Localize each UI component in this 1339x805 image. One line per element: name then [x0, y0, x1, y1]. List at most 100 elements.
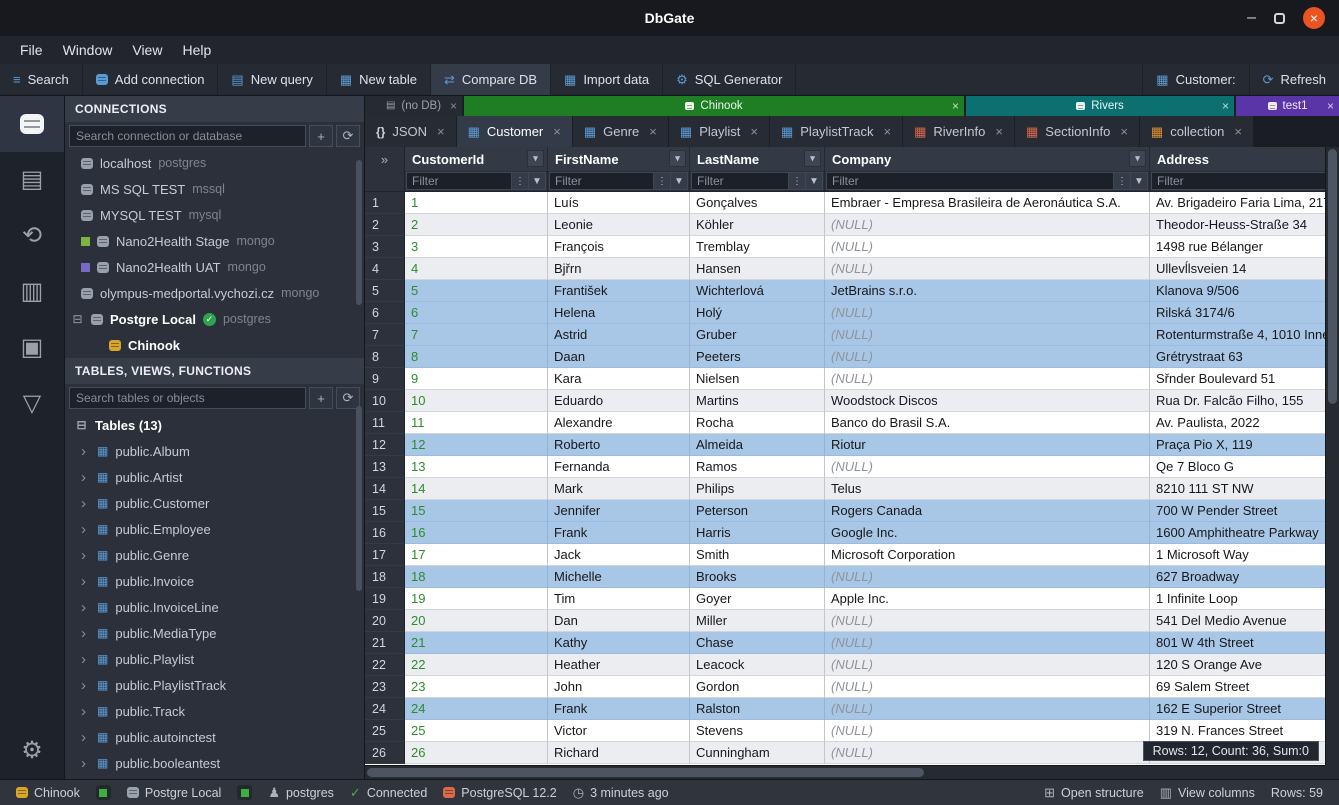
close-icon[interactable]: × [1327, 99, 1334, 113]
row-number[interactable]: 5 [365, 280, 405, 302]
row-number[interactable]: 16 [365, 522, 405, 544]
chevron-right-icon[interactable]: › [81, 443, 90, 460]
toolbar-refresh[interactable]: ⟳Refresh [1249, 64, 1339, 95]
grid-cell[interactable]: Mark [548, 478, 690, 500]
grid-cell[interactable]: Klanova 9/506 [1150, 280, 1325, 302]
status-rows-59[interactable]: Rows: 59 [1263, 786, 1331, 800]
grid-cell[interactable]: Ralston [690, 698, 825, 720]
close-icon[interactable]: × [437, 124, 445, 139]
tab-sectioninfo[interactable]: ▦SectionInfo× [1015, 116, 1139, 147]
grid-cell[interactable]: 22 [405, 654, 548, 676]
add-table-small-button[interactable]: + [309, 387, 333, 409]
grid-cell[interactable]: 26 [405, 742, 548, 764]
database-item-chinook[interactable]: Chinook [65, 332, 364, 358]
chevron-right-icon[interactable]: › [81, 521, 90, 538]
tab-group-no-db[interactable]: ▤(no DB)× [365, 96, 462, 116]
chevron-right-icon[interactable]: › [81, 469, 90, 486]
close-icon[interactable]: × [750, 124, 758, 139]
tab-playlisttrack[interactable]: ▦PlaylistTrack× [770, 116, 902, 147]
grid-cell[interactable]: (NULL) [825, 698, 1150, 720]
grid-cell[interactable]: Alexandre [548, 412, 690, 434]
grid-cell[interactable]: 120 S Orange Ave [1150, 654, 1325, 676]
chevron-down-icon[interactable]: ▾ [669, 150, 686, 167]
chevron-down-icon[interactable]: ▾ [804, 150, 821, 167]
grid-cell[interactable]: 1600 Amphitheatre Parkway [1150, 522, 1325, 544]
filter-funnel-button[interactable]: ▼ [529, 172, 546, 190]
collapse-icon[interactable]: ⊟ [75, 418, 88, 432]
grid-cell[interactable]: Harris [690, 522, 825, 544]
status-chinook[interactable]: Chinook [8, 786, 88, 800]
horizontal-scroll-thumb[interactable] [367, 768, 924, 777]
grid-cell[interactable]: 16 [405, 522, 548, 544]
close-icon[interactable]: × [995, 124, 1003, 139]
toolbar-search[interactable]: ≡Search [0, 64, 83, 95]
grid-cell[interactable]: (NULL) [825, 676, 1150, 698]
row-number[interactable]: 8 [365, 346, 405, 368]
grid-cell[interactable]: Av. Brigadeiro Faria Lima, 2170 [1150, 192, 1325, 214]
grid-cell[interactable]: 12 [405, 434, 548, 456]
grid-cell[interactable]: 21 [405, 632, 548, 654]
grid-cell[interactable]: François [548, 236, 690, 258]
chevron-right-icon[interactable]: › [81, 651, 90, 668]
grid-cell[interactable]: 2 [405, 214, 548, 236]
grid-cell[interactable]: 3 [405, 236, 548, 258]
grid-cell[interactable]: Leacock [690, 654, 825, 676]
grid-cell[interactable]: Daan [548, 346, 690, 368]
connection-item-mysql-test[interactable]: MYSQL TESTmysql [65, 202, 364, 228]
status-postgresql-12-2[interactable]: PostgreSQL 12.2 [435, 786, 564, 800]
grid-cell[interactable]: Gruber [690, 324, 825, 346]
close-icon[interactable]: × [450, 99, 457, 113]
table-item-public-booleantest[interactable]: ›▦public.booleantest [65, 750, 364, 776]
tab-group-chinook[interactable]: Chinook× [464, 96, 964, 116]
grid-cell[interactable]: Rua Dr. Falcão Filho, 155 [1150, 390, 1325, 412]
row-number[interactable]: 21 [365, 632, 405, 654]
grid-cell[interactable]: Jennifer [548, 500, 690, 522]
close-icon[interactable]: × [952, 99, 959, 113]
filter-menu-button[interactable]: ⋮ [1114, 172, 1131, 190]
expand-columns-button[interactable]: » [365, 147, 405, 171]
grid-cell[interactable]: Wichterlová [690, 280, 825, 302]
grid-cell[interactable]: 24 [405, 698, 548, 720]
sidebar-icon-history[interactable]: ⟲ [0, 208, 64, 264]
grid-cell[interactable]: John [548, 676, 690, 698]
tab-collection[interactable]: ▦collection× [1140, 116, 1253, 147]
grid-cell[interactable]: Praça Pio X, 119 [1150, 434, 1325, 456]
filter-funnel-button[interactable]: ▼ [1131, 172, 1148, 190]
grid-cell[interactable]: Holý [690, 302, 825, 324]
grid-cell[interactable]: Helena [548, 302, 690, 324]
grid-cell[interactable]: Embraer - Empresa Brasileira de Aeronáut… [825, 192, 1150, 214]
grid-cell[interactable]: Almeida [690, 434, 825, 456]
table-item-public-invoice[interactable]: ›▦public.Invoice [65, 568, 364, 594]
grid-cell[interactable]: 627 Broadway [1150, 566, 1325, 588]
toolbar-add-connection[interactable]: Add connection [83, 64, 219, 95]
grid-cell[interactable]: Qe 7 Bloco G [1150, 456, 1325, 478]
grid-cell[interactable]: 1 Microsoft Way [1150, 544, 1325, 566]
grid-cell[interactable]: 9 [405, 368, 548, 390]
grid-cell[interactable]: 8 [405, 346, 548, 368]
grid-cell[interactable]: (NULL) [825, 236, 1150, 258]
grid-cell[interactable]: Roberto [548, 434, 690, 456]
row-number[interactable]: 22 [365, 654, 405, 676]
grid-cell[interactable]: Gordon [690, 676, 825, 698]
close-icon[interactable]: × [649, 124, 657, 139]
grid-cell[interactable]: 19 [405, 588, 548, 610]
grid-cell[interactable]: Rotenturmstraße 4, 1010 Innere Stadt [1150, 324, 1325, 346]
grid-cell[interactable]: Miller [690, 610, 825, 632]
connection-item-ms-sql-test[interactable]: MS SQL TESTmssql [65, 176, 364, 202]
tab-group-rivers[interactable]: Rivers× [966, 96, 1234, 116]
grid-cell[interactable]: Luís [548, 192, 690, 214]
grid-cell[interactable]: Dan [548, 610, 690, 632]
grid-cell[interactable]: Ramos [690, 456, 825, 478]
menu-item-help[interactable]: Help [172, 42, 221, 58]
sidebar-icon-settings[interactable]: ⚙ [0, 723, 64, 779]
grid-cell[interactable]: Goyer [690, 588, 825, 610]
grid-horizontal-scrollbar[interactable] [365, 765, 1325, 779]
grid-cell[interactable]: (NULL) [825, 214, 1150, 236]
connections-scrollbar[interactable] [356, 160, 362, 305]
grid-cell[interactable]: Banco do Brasil S.A. [825, 412, 1150, 434]
column-header-company[interactable]: Company▾ [825, 147, 1150, 171]
chevron-down-icon[interactable]: ▾ [1129, 150, 1146, 167]
chevron-right-icon[interactable]: › [81, 703, 90, 720]
grid-cell[interactable]: 10 [405, 390, 548, 412]
grid-cell[interactable]: Philips [690, 478, 825, 500]
